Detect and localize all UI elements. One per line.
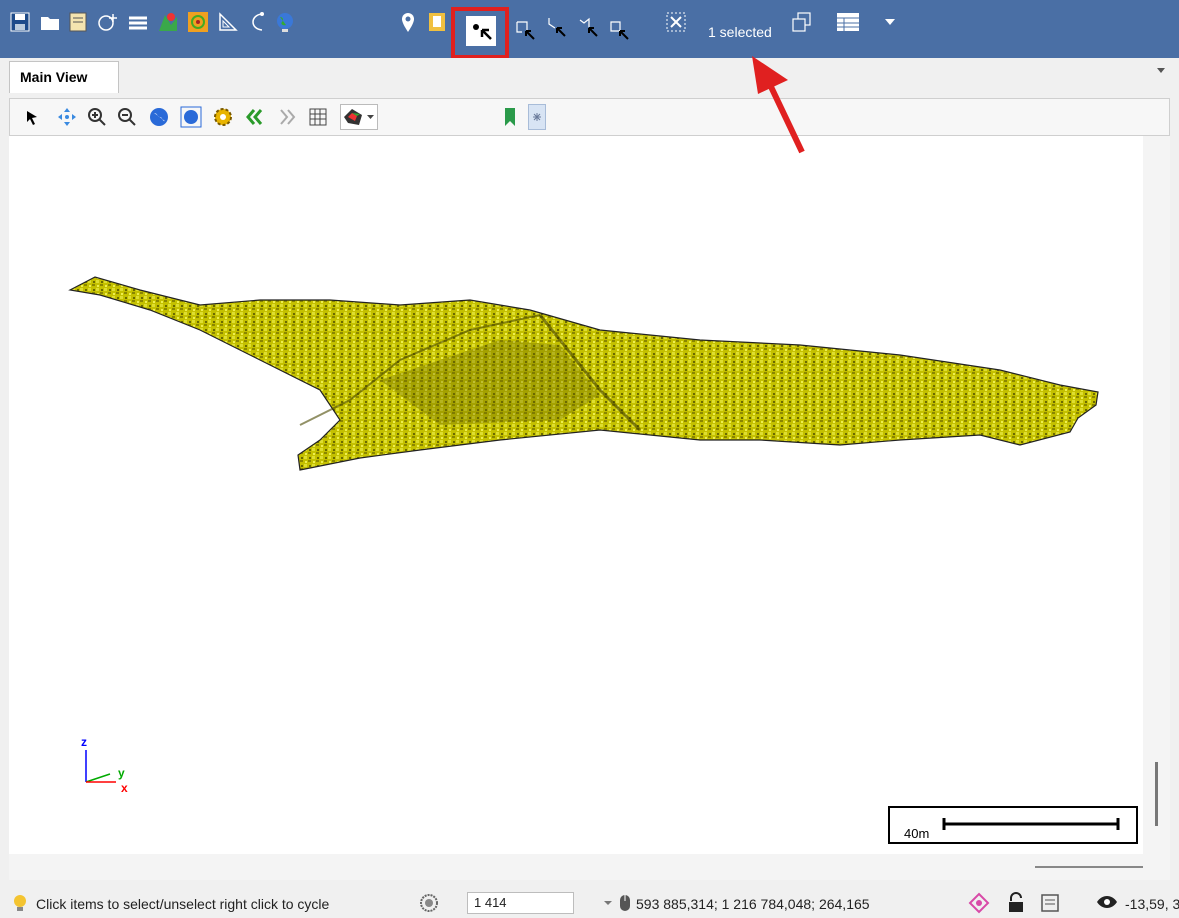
- point-cloud-icon: [420, 894, 438, 912]
- scale-bar: 40m: [888, 806, 1138, 844]
- status-hint: Click items to select/unselect right cli…: [36, 896, 330, 912]
- snap-icon[interactable]: [968, 892, 990, 914]
- mouse-icon: [620, 895, 630, 911]
- points-count-value: 1 414: [474, 895, 507, 910]
- horizontal-scrollbar[interactable]: [9, 854, 1170, 880]
- eye-icon[interactable]: [1096, 894, 1118, 910]
- terrain-surface: [68, 276, 1099, 471]
- unlock-icon[interactable]: [1006, 892, 1026, 914]
- axis-y-label: y: [118, 766, 125, 780]
- cursor-coordinates: 593 885,314; 1 216 784,048; 264,165: [636, 896, 870, 912]
- notes-icon[interactable]: [1040, 893, 1060, 913]
- view-angles: -13,59, 31: [1125, 896, 1179, 912]
- combo-arrow-icon[interactable]: [603, 900, 613, 906]
- axis-x-label: x: [121, 781, 128, 795]
- axis-z-label: z: [81, 735, 87, 749]
- points-count-combo[interactable]: 1 414: [467, 892, 574, 914]
- vertical-scrollbar[interactable]: [1143, 136, 1170, 854]
- lightbulb-icon: [14, 895, 26, 911]
- scale-label: 40m: [904, 826, 930, 841]
- annotation-arrow-icon: [752, 56, 805, 154]
- status-bar: Click items to select/unselect right cli…: [0, 888, 1179, 918]
- axis-gizmo: [85, 750, 116, 783]
